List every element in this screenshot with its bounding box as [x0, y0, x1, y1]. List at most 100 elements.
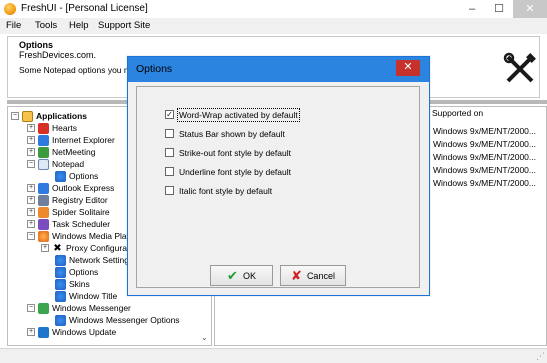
tree-item-label: Outlook Express — [52, 183, 115, 193]
windows-media-player-icon — [38, 230, 49, 242]
option-strike-out[interactable]: Strike-out font style by default — [165, 146, 291, 159]
expand-icon[interactable]: + — [27, 196, 35, 204]
list-cell[interactable]: Windows 9x/ME/NT/2000... — [433, 139, 536, 149]
tree-item-label: Hearts — [52, 123, 78, 133]
scroll-down-arrow-icon[interactable]: ⌄ — [201, 333, 208, 342]
hearts-icon — [38, 122, 49, 134]
menu-bar: File Tools Help Support Site — [0, 18, 547, 34]
list-cell[interactable]: Windows 9x/ME/NT/2000... — [433, 178, 536, 188]
tree-item-label: Proxy Configura — [66, 243, 127, 253]
tree-item-label: Options — [69, 170, 99, 182]
option-label: Italic font style by default — [179, 185, 273, 196]
checkbox-word-wrap[interactable]: ✓ — [165, 110, 174, 119]
tree-item-label: Window Title — [69, 291, 118, 301]
option-status-bar[interactable]: Status Bar shown by default — [165, 127, 285, 140]
column-header-supported-on[interactable]: Supported on — [432, 108, 483, 118]
tree-item-hearts[interactable]: + Hearts — [27, 122, 77, 134]
tree-item-label: Windows Media Play — [52, 231, 131, 241]
expand-icon[interactable]: + — [27, 208, 35, 216]
expand-icon[interactable]: + — [27, 124, 35, 132]
collapse-icon[interactable]: − — [27, 232, 35, 240]
list-cell[interactable]: Windows 9x/ME/NT/2000... — [433, 165, 536, 175]
checkbox-underline[interactable] — [165, 167, 174, 176]
tree-item-notepad[interactable]: − Notepad — [27, 158, 84, 170]
tree-item-netmeeting[interactable]: + NetMeeting — [27, 146, 95, 158]
list-cell[interactable]: Windows 9x/ME/NT/2000... — [433, 152, 536, 162]
tree-item-wmp-options[interactable]: Options — [55, 266, 98, 278]
cancel-x-icon: ✘ — [291, 268, 302, 283]
proxy-icon: ✖ — [53, 242, 62, 254]
checkbox-strike-out[interactable] — [165, 148, 174, 157]
expand-icon[interactable]: + — [27, 328, 35, 336]
internet-explorer-icon — [38, 134, 49, 146]
tree-item-label: Task Scheduler — [52, 219, 111, 229]
windows-update-icon — [38, 326, 49, 338]
tree-item-task-scheduler[interactable]: + Task Scheduler — [27, 218, 110, 230]
expand-icon[interactable]: + — [27, 220, 35, 228]
expand-icon[interactable]: + — [27, 136, 35, 144]
task-scheduler-icon — [38, 218, 49, 230]
tree-item-spider-solitaire[interactable]: + Spider Solitaire — [27, 206, 110, 218]
tree-item-window-title[interactable]: Window Title — [55, 290, 117, 302]
tree-item-label: Registry Editor — [52, 195, 108, 205]
dialog-titlebar[interactable]: Options ✕ — [128, 57, 429, 82]
skins-icon — [55, 278, 66, 290]
dialog-close-button[interactable]: ✕ — [396, 60, 420, 76]
expand-icon[interactable]: + — [27, 184, 35, 192]
option-label: Word-Wrap activated by default — [177, 107, 300, 122]
tree-item-proxy-configuration[interactable]: + ✖ Proxy Configura — [41, 242, 127, 254]
option-underline[interactable]: Underline font style by default — [165, 165, 291, 178]
spider-solitaire-icon — [38, 206, 49, 218]
maximize-button[interactable]: ☐ — [485, 0, 513, 18]
messenger-options-icon — [55, 314, 66, 326]
window-titlebar[interactable]: FreshUI - [Personal License] – ☐ ✕ — [0, 0, 547, 18]
tree-item-label: Windows Messenger Options — [69, 315, 180, 325]
checkmark-icon: ✔ — [227, 268, 238, 283]
collapse-icon[interactable]: − — [27, 160, 35, 168]
tree-item-label: Applications — [36, 111, 88, 121]
minimize-button[interactable]: – — [458, 0, 486, 18]
menu-help[interactable]: Help — [69, 20, 89, 31]
tree-item-label: Skins — [69, 279, 90, 289]
notepad-icon — [38, 158, 49, 170]
option-label: Strike-out font style by default — [179, 147, 291, 158]
tree-item-internet-explorer[interactable]: + Internet Explorer — [27, 134, 115, 146]
tree-item-network-settings[interactable]: Network Setting — [55, 254, 129, 266]
tree-item-skins[interactable]: Skins — [55, 278, 90, 290]
menu-file[interactable]: File — [6, 20, 21, 31]
tree-item-label: Windows Messenger — [52, 303, 131, 313]
tree-item-windows-update[interactable]: + Windows Update — [27, 326, 116, 338]
dialog-title: Options — [136, 63, 173, 75]
tree-item-windows-messenger-options[interactable]: Windows Messenger Options — [55, 314, 180, 326]
status-bar: ⋰ — [0, 348, 547, 363]
option-word-wrap[interactable]: ✓ Word-Wrap activated by default — [165, 107, 300, 122]
freshui-app-icon — [4, 3, 16, 15]
window-title-icon — [55, 290, 66, 302]
window-title: FreshUI - [Personal License] — [21, 3, 148, 14]
menu-tools[interactable]: Tools — [35, 20, 57, 31]
tree-item-notepad-options[interactable]: Options — [55, 170, 99, 182]
list-cell[interactable]: Windows 9x/ME/NT/2000... — [433, 126, 536, 136]
expand-icon[interactable]: + — [27, 148, 35, 156]
close-button[interactable]: ✕ — [513, 0, 547, 18]
options-dialog: Options ✕ ✓ Word-Wrap activated by defau… — [127, 56, 430, 296]
checkbox-italic[interactable] — [165, 186, 174, 195]
expand-icon[interactable]: + — [41, 244, 49, 252]
checkbox-status-bar[interactable] — [165, 129, 174, 138]
tree-item-windows-messenger[interactable]: − Windows Messenger — [27, 302, 131, 314]
resize-grip-icon[interactable]: ⋰ — [536, 351, 545, 362]
collapse-icon[interactable]: − — [11, 112, 19, 120]
tree-item-applications[interactable]: − Applications — [11, 110, 87, 122]
tree-item-windows-media-player[interactable]: − Windows Media Play — [27, 230, 131, 242]
menu-support-site[interactable]: Support Site — [98, 20, 150, 31]
cancel-button[interactable]: ✘ Cancel — [280, 265, 346, 286]
tree-item-label: Options — [69, 267, 99, 277]
options-icon — [55, 170, 66, 182]
option-italic[interactable]: Italic font style by default — [165, 184, 272, 197]
dialog-body: ✓ Word-Wrap activated by default Status … — [136, 86, 420, 288]
tree-item-registry-editor[interactable]: + Registry Editor — [27, 194, 108, 206]
option-label: Underline font style by default — [179, 166, 291, 177]
ok-button[interactable]: ✔ OK — [210, 265, 273, 286]
tree-item-outlook-express[interactable]: + Outlook Express — [27, 182, 114, 194]
collapse-icon[interactable]: − — [27, 304, 35, 312]
